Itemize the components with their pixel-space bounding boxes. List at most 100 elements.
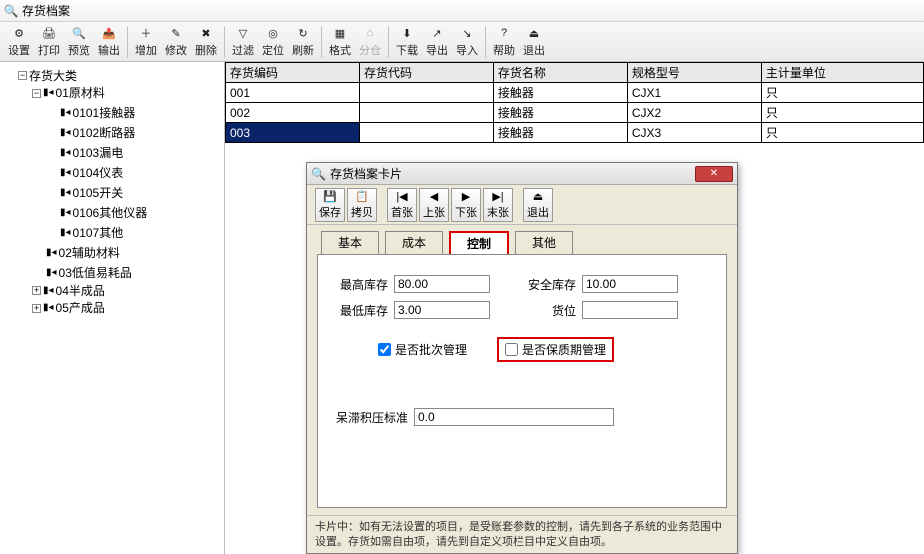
batch-checkbox-wrap[interactable]: 是否批次管理 bbox=[378, 341, 467, 358]
max-stock-label: 最高库存 bbox=[332, 276, 388, 293]
toolbar-refresh-button[interactable]: ↻刷新 bbox=[288, 24, 318, 60]
safe-stock-label: 安全库存 bbox=[520, 276, 576, 293]
tree-node[interactable]: + ▮◂ 04半成品 bbox=[32, 283, 105, 299]
toolbar-format-button[interactable]: ▦格式 bbox=[325, 24, 355, 60]
dialog-save-button[interactable]: 💾保存 bbox=[315, 188, 345, 222]
toolbar-locate-button[interactable]: ◎定位 bbox=[258, 24, 288, 60]
table-row[interactable]: 003接触器CJX3只 bbox=[226, 123, 924, 143]
dialog-footer-note: 卡片中：如有无法设置的项目，是受账套参数的控制，请先到各子系统的业务范围中设置。… bbox=[307, 515, 737, 553]
item-icon: ▮◂ bbox=[60, 225, 71, 241]
item-icon: ▮◂ bbox=[60, 145, 71, 161]
dialog-last-button[interactable]: ▶|末张 bbox=[483, 188, 513, 222]
min-stock-label: 最低库存 bbox=[332, 302, 388, 319]
dialog-exit-button[interactable]: ⏏退出 bbox=[523, 188, 553, 222]
tree-expander[interactable]: + bbox=[32, 286, 41, 295]
stagnant-input[interactable] bbox=[414, 408, 614, 426]
dialog-toolbar: 💾保存📋拷贝 |◀首张◀上张▶下张▶|末张 ⏏退出 bbox=[307, 185, 737, 225]
toolbar-add-button[interactable]: ＋增加 bbox=[131, 24, 161, 60]
next-icon: ▶ bbox=[462, 190, 470, 204]
exit-icon: ⏏ bbox=[533, 190, 543, 204]
batch-checkbox[interactable] bbox=[378, 343, 391, 356]
exit-icon: ⏏ bbox=[526, 25, 542, 41]
item-icon: ▮◂ bbox=[60, 205, 71, 221]
table-row[interactable]: 001接触器CJX1只 bbox=[226, 83, 924, 103]
first-icon: |◀ bbox=[396, 190, 407, 204]
tree-node[interactable]: ▮◂ 0104仪表 bbox=[46, 165, 123, 181]
tree-node[interactable]: ▮◂ 0102断路器 bbox=[46, 125, 135, 141]
dialog-copy-button[interactable]: 📋拷贝 bbox=[347, 188, 377, 222]
tab-成本[interactable]: 成本 bbox=[385, 231, 443, 254]
tree-node[interactable]: − ▮◂ 01原材料 bbox=[32, 85, 105, 101]
inventory-grid[interactable]: 存货编码存货代码存货名称规格型号主计量单位 001接触器CJX1只002接触器C… bbox=[225, 62, 924, 143]
tab-其他[interactable]: 其他 bbox=[515, 231, 573, 254]
toolbar-filter-button[interactable]: ▽过滤 bbox=[228, 24, 258, 60]
tab-panel-control: 最高库存 安全库存 最低库存 货位 是否批次管理 bbox=[317, 254, 727, 508]
dialog-first-button[interactable]: |◀首张 bbox=[387, 188, 417, 222]
min-stock-input[interactable] bbox=[394, 301, 490, 319]
category-tree[interactable]: − 存货大类− ▮◂ 01原材料▮◂ 0101接触器▮◂ 0102断路器▮◂ 0… bbox=[4, 66, 220, 316]
tree-node[interactable]: ▮◂ 0106其他仪器 bbox=[46, 205, 147, 221]
grid-header[interactable]: 存货编码 bbox=[226, 63, 360, 83]
tree-node[interactable]: ▮◂ 0101接触器 bbox=[46, 105, 135, 121]
toolbar-split-button: ⌂分仓 bbox=[355, 24, 385, 60]
toolbar-preview-button[interactable]: 🔍预览 bbox=[64, 24, 94, 60]
magnifier-icon: 🔍 bbox=[311, 167, 326, 181]
grid-header[interactable]: 主计量单位 bbox=[761, 63, 923, 83]
tree-node[interactable]: + ▮◂ 05产成品 bbox=[32, 300, 105, 316]
item-icon: ▮◂ bbox=[60, 165, 71, 181]
max-stock-input[interactable] bbox=[394, 275, 490, 293]
folder-icon: ▮◂ bbox=[43, 283, 54, 299]
last-icon: ▶| bbox=[492, 190, 503, 204]
edit-icon: ✎ bbox=[168, 25, 184, 41]
dialog-next-button[interactable]: ▶下张 bbox=[451, 188, 481, 222]
delete-icon: ✖ bbox=[198, 25, 214, 41]
toolbar-edit-button[interactable]: ✎修改 bbox=[161, 24, 191, 60]
tree-node[interactable]: ▮◂ 02辅助材料 bbox=[32, 245, 120, 261]
item-icon: ▮◂ bbox=[60, 125, 71, 141]
shelf-checkbox[interactable] bbox=[505, 343, 518, 356]
tree-node[interactable]: ▮◂ 0107其他 bbox=[46, 225, 123, 241]
bin-input[interactable] bbox=[582, 301, 678, 319]
grid-header[interactable]: 规格型号 bbox=[627, 63, 761, 83]
shelf-checkbox-wrap[interactable]: 是否保质期管理 bbox=[497, 337, 614, 362]
safe-stock-input[interactable] bbox=[582, 275, 678, 293]
prev-icon: ◀ bbox=[430, 190, 438, 204]
category-tree-pane: − 存货大类− ▮◂ 01原材料▮◂ 0101接触器▮◂ 0102断路器▮◂ 0… bbox=[0, 62, 225, 554]
table-row[interactable]: 002接触器CJX2只 bbox=[226, 103, 924, 123]
toolbar-exit-button[interactable]: ⏏退出 bbox=[519, 24, 549, 60]
split-icon: ⌂ bbox=[362, 25, 378, 41]
tree-expander[interactable]: + bbox=[32, 304, 41, 313]
dialog-titlebar: 🔍 存货档案卡片 ✕ bbox=[307, 163, 737, 185]
tree-node[interactable]: ▮◂ 03低值易耗品 bbox=[32, 265, 132, 281]
shelf-checkbox-label: 是否保质期管理 bbox=[522, 341, 606, 358]
tree-node[interactable]: ▮◂ 0105开关 bbox=[46, 185, 123, 201]
grid-header[interactable]: 存货名称 bbox=[493, 63, 627, 83]
toolbar-help-button[interactable]: ?帮助 bbox=[489, 24, 519, 60]
toolbar-export-button[interactable]: ↗导出 bbox=[422, 24, 452, 60]
help-icon: ? bbox=[496, 25, 512, 41]
toolbar-settings-button[interactable]: ⚙设置 bbox=[4, 24, 34, 60]
app-icon: 🔍 bbox=[4, 4, 18, 18]
toolbar-output-button[interactable]: 📤输出 bbox=[94, 24, 124, 60]
tree-node[interactable]: ▮◂ 0103漏电 bbox=[46, 145, 123, 161]
toolbar-delete-button[interactable]: ✖删除 bbox=[191, 24, 221, 60]
dialog-title: 存货档案卡片 bbox=[330, 165, 402, 182]
settings-icon: ⚙ bbox=[11, 25, 27, 41]
locate-icon: ◎ bbox=[265, 25, 281, 41]
toolbar-download-button[interactable]: ⬇下载 bbox=[392, 24, 422, 60]
tab-控制[interactable]: 控制 bbox=[449, 231, 509, 254]
toolbar-print-button[interactable]: 🖨打印 bbox=[34, 24, 64, 60]
export-icon: ↗ bbox=[429, 25, 445, 41]
tree-expander[interactable]: − bbox=[18, 71, 27, 80]
window-title: 存货档案 bbox=[22, 2, 70, 19]
refresh-icon: ↻ bbox=[295, 25, 311, 41]
dialog-close-button[interactable]: ✕ bbox=[695, 166, 733, 182]
dialog-prev-button[interactable]: ◀上张 bbox=[419, 188, 449, 222]
item-icon: ▮◂ bbox=[60, 185, 71, 201]
grid-header[interactable]: 存货代码 bbox=[359, 63, 493, 83]
toolbar-import-button[interactable]: ↘导入 bbox=[452, 24, 482, 60]
tab-基本[interactable]: 基本 bbox=[321, 231, 379, 254]
tree-expander[interactable]: − bbox=[32, 89, 41, 98]
filter-icon: ▽ bbox=[235, 25, 251, 41]
window-titlebar: 🔍 存货档案 bbox=[0, 0, 924, 22]
